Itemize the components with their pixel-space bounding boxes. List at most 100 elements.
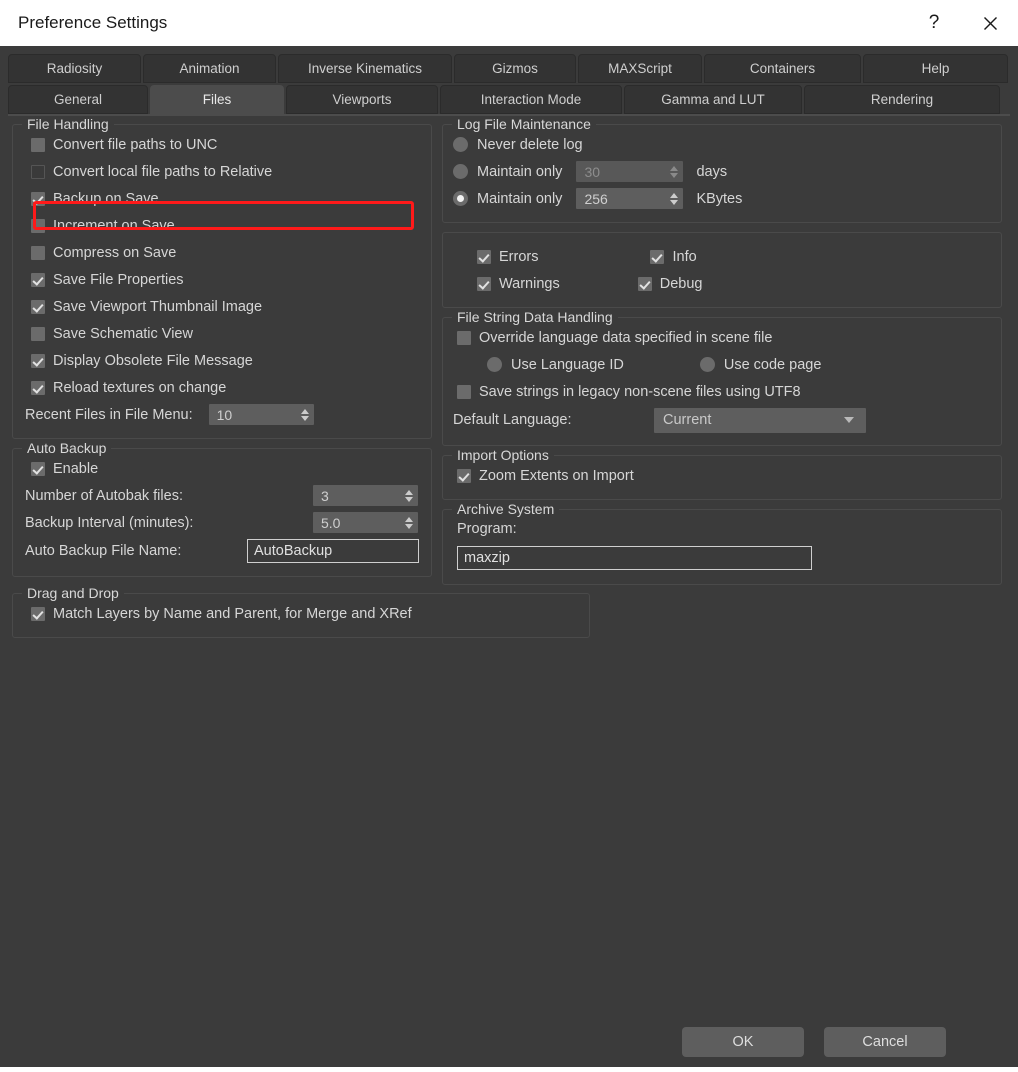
group-file-handling: File Handling Convert file paths to UNC … <box>12 116 432 439</box>
radio-label: Use Language ID <box>511 356 624 373</box>
tab-viewports[interactable]: Viewports <box>286 85 438 114</box>
radio-row-maintain-days[interactable]: Maintain only 30 days <box>453 158 991 185</box>
checkbox-row-save-viewport-thumbnail[interactable]: Save Viewport Thumbnail Image <box>31 293 421 320</box>
backup-interval-row: Backup Interval (minutes): 5.0 <box>25 509 421 536</box>
spinner-maintain-days[interactable]: 30 <box>576 161 684 182</box>
spinner-value: 10 <box>216 406 233 423</box>
default-language-row: Default Language: Current <box>453 405 991 435</box>
tab-rendering[interactable]: Rendering <box>804 85 1000 114</box>
checkbox-row-zoom-extents[interactable]: Zoom Extents on Import <box>457 462 991 489</box>
spinner-arrows-icon[interactable] <box>296 404 314 425</box>
tab-radiosity[interactable]: Radiosity <box>8 54 141 83</box>
group-title: File Handling <box>22 116 114 132</box>
group-auto-backup: Auto Backup Enable Number of Autobak fil… <box>12 440 432 577</box>
tab-inverse-kinematics[interactable]: Inverse Kinematics <box>278 54 452 83</box>
spinner-arrows-icon[interactable] <box>400 512 418 533</box>
checkbox-save-viewport-thumbnail-image[interactable] <box>31 299 45 314</box>
tab-general[interactable]: General <box>8 85 148 114</box>
radio-label: Maintain only <box>477 190 563 207</box>
checkbox-label: Save Viewport Thumbnail Image <box>53 298 263 315</box>
cancel-button[interactable]: Cancel <box>824 1027 946 1057</box>
checkbox-display-obsolete-file-message[interactable] <box>31 353 45 368</box>
checkbox-backup-on-save[interactable] <box>31 191 45 206</box>
radio-maintain-only-days[interactable] <box>453 164 468 179</box>
checkbox-convert-local-file-paths-to-relative[interactable] <box>31 164 45 179</box>
checkbox-row-enable-auto-backup[interactable]: Enable <box>31 455 421 482</box>
spinner-recent-files-in-file-menu[interactable]: 10 <box>208 404 314 425</box>
checkbox-row-increment-on-save[interactable]: Increment on Save <box>31 212 421 239</box>
preferences-content: File Handling Convert file paths to UNC … <box>0 116 1018 638</box>
checkbox-convert-file-paths-to-unc[interactable] <box>31 137 45 152</box>
tab-animation[interactable]: Animation <box>143 54 276 83</box>
group-title: Import Options <box>452 447 554 463</box>
checkbox-save-schematic-view[interactable] <box>31 326 45 341</box>
tab-label: Gamma and LUT <box>661 92 765 107</box>
checkbox-log-info[interactable] <box>650 249 665 264</box>
num-autobak-row: Number of Autobak files: 3 <box>25 482 421 509</box>
checkbox-log-debug[interactable] <box>637 276 652 291</box>
checkbox-row-backup-on-save[interactable]: Backup on Save <box>31 185 421 212</box>
checkbox-label: Errors <box>499 248 539 265</box>
radio-label: Use code page <box>723 356 822 373</box>
radio-use-language-id[interactable] <box>487 357 502 372</box>
tab-files[interactable]: Files <box>150 85 284 114</box>
checkbox-row-convert-unc[interactable]: Convert file paths to UNC <box>31 131 421 158</box>
checkbox-row-legacy-utf8[interactable]: Save strings in legacy non-scene files u… <box>457 378 991 405</box>
radio-use-code-page[interactable] <box>699 357 715 372</box>
checkbox-row-save-schematic-view[interactable]: Save Schematic View <box>31 320 421 347</box>
checkbox-reload-textures-on-change[interactable] <box>31 380 45 395</box>
radio-maintain-only-kbytes[interactable] <box>453 191 468 206</box>
checkbox-label: Save strings in legacy non-scene files u… <box>479 383 801 400</box>
checkbox-log-warnings[interactable] <box>477 276 491 291</box>
spinner-arrows-icon[interactable] <box>665 161 683 182</box>
checkbox-label: Compress on Save <box>53 244 177 261</box>
spinner-backup-interval-minutes[interactable]: 5.0 <box>313 512 418 533</box>
spinner-value: 30 <box>584 163 601 180</box>
checkbox-log-errors[interactable] <box>477 249 491 264</box>
checkbox-save-strings-legacy-utf8[interactable] <box>457 384 471 399</box>
tab-maxscript[interactable]: MAXScript <box>578 54 702 83</box>
help-button[interactable]: ? <box>906 0 962 46</box>
radio-row-maintain-kbytes[interactable]: Maintain only 256 KBytes <box>453 185 991 212</box>
spinner-arrows-icon[interactable] <box>665 188 683 209</box>
checkbox-auto-backup-enable[interactable] <box>31 461 45 476</box>
ok-button[interactable]: OK <box>682 1027 804 1057</box>
checkbox-row-override-language[interactable]: Override language data specified in scen… <box>457 324 991 351</box>
bottom-edge-strip <box>0 1067 1018 1072</box>
checkbox-increment-on-save[interactable] <box>31 218 45 233</box>
checkbox-save-file-properties[interactable] <box>31 272 45 287</box>
close-button[interactable] <box>962 0 1018 46</box>
spinner-maintain-kbytes[interactable]: 256 <box>576 188 684 209</box>
input-auto-backup-file-name[interactable]: AutoBackup <box>247 539 419 563</box>
tab-interaction-mode[interactable]: Interaction Mode <box>440 85 622 114</box>
tab-help[interactable]: Help <box>863 54 1008 83</box>
title-bar: Preference Settings ? <box>0 0 1018 46</box>
spinner-arrows-icon[interactable] <box>400 485 418 506</box>
tab-gizmos[interactable]: Gizmos <box>454 54 576 83</box>
dropdown-default-language[interactable]: Current <box>654 407 866 433</box>
group-title: Archive System <box>452 501 560 517</box>
checkbox-row-compress-on-save[interactable]: Compress on Save <box>31 239 421 266</box>
tab-containers[interactable]: Containers <box>704 54 861 83</box>
group-title: File String Data Handling <box>452 309 618 325</box>
radio-row-never-delete-log[interactable]: Never delete log <box>453 131 991 158</box>
tab-label: Files <box>202 92 232 107</box>
checkbox-row-match-layers[interactable]: Match Layers by Name and Parent, for Mer… <box>31 600 579 627</box>
checkbox-row-convert-relative[interactable]: Convert local file paths to Relative <box>31 158 421 185</box>
checkbox-row-display-obsolete-message[interactable]: Display Obsolete File Message <box>31 347 421 374</box>
checkbox-zoom-extents-on-import[interactable] <box>457 468 471 483</box>
tab-gamma-and-lut[interactable]: Gamma and LUT <box>624 85 802 114</box>
checkbox-compress-on-save[interactable] <box>31 245 45 260</box>
spinner-number-of-autobak-files[interactable]: 3 <box>313 485 418 506</box>
radio-label: Maintain only <box>477 163 563 180</box>
input-archive-program[interactable]: maxzip <box>457 546 812 570</box>
checkbox-label: Save Schematic View <box>53 325 193 342</box>
radio-row-language-mode: Use Language ID Use code page <box>457 351 991 378</box>
checkbox-label: Reload textures on change <box>53 379 227 396</box>
checkbox-override-language-data[interactable] <box>457 330 471 345</box>
checkbox-match-layers-by-name-and-parent[interactable] <box>31 606 45 621</box>
checkbox-row-save-file-properties[interactable]: Save File Properties <box>31 266 421 293</box>
checkbox-row-reload-textures[interactable]: Reload textures on change <box>31 374 421 401</box>
default-language-label: Default Language: <box>453 412 572 428</box>
radio-never-delete-log[interactable] <box>453 137 468 152</box>
